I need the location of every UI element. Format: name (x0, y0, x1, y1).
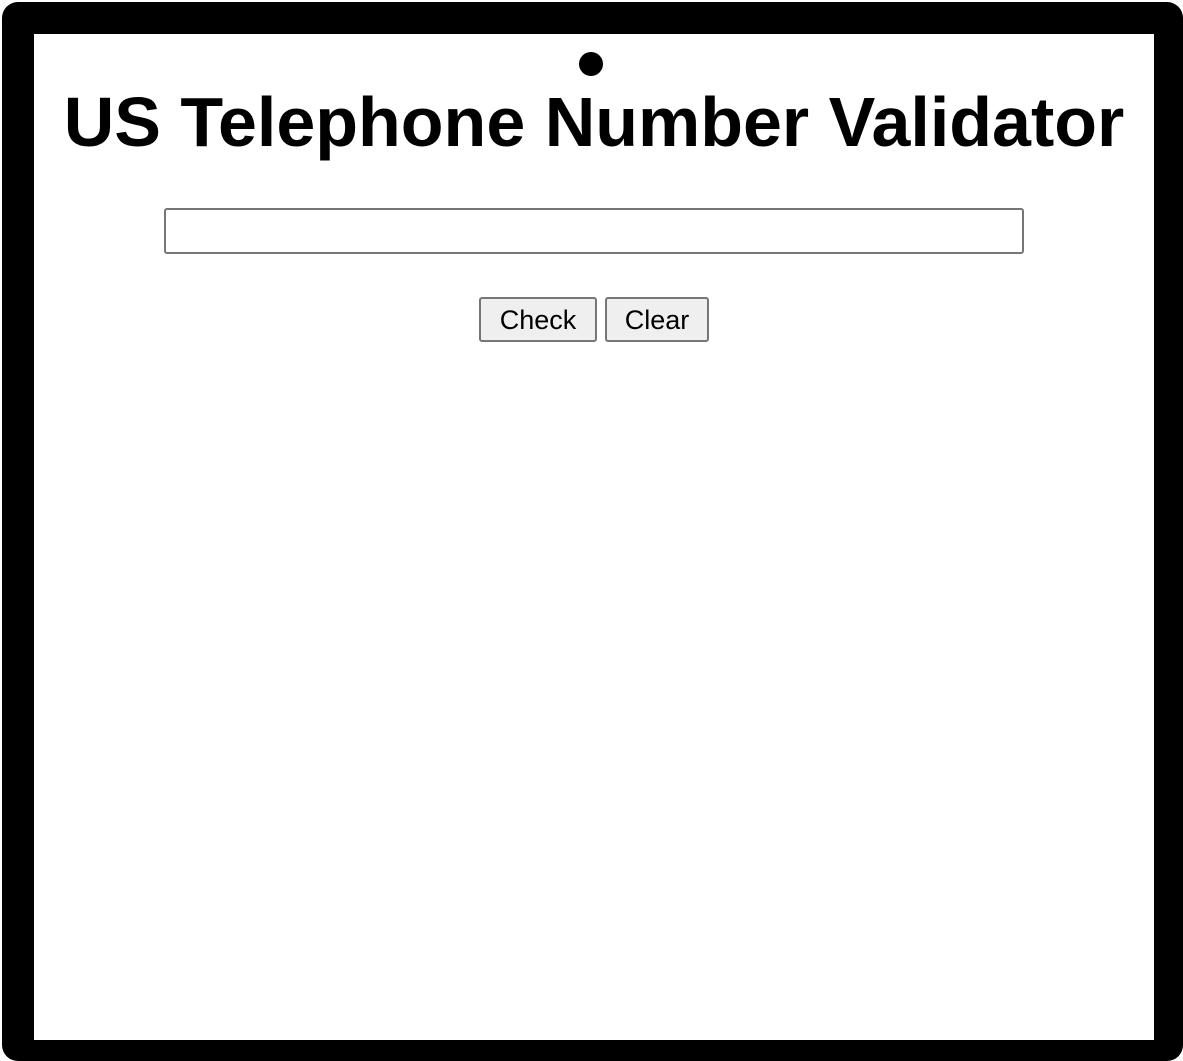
clear-button[interactable]: Clear (605, 297, 709, 342)
device-frame: US Telephone Number Validator Check Clea… (2, 2, 1183, 1061)
camera-dot (579, 52, 603, 76)
phone-number-input[interactable] (164, 208, 1024, 254)
check-button[interactable]: Check (479, 297, 597, 342)
app-screen: US Telephone Number Validator Check Clea… (34, 34, 1154, 1040)
page-title: US Telephone Number Validator (63, 83, 1125, 161)
